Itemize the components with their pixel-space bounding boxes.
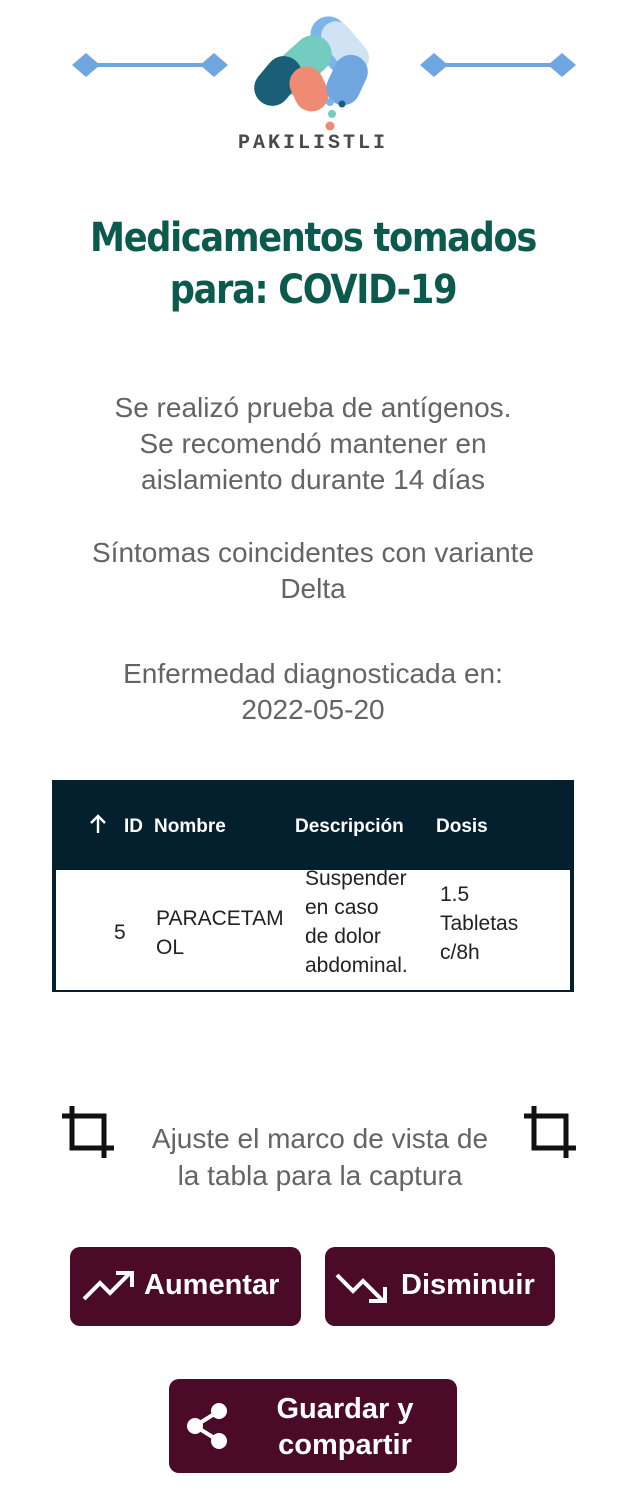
cell-description: Suspender en caso de dolor abdominal. [305,864,408,980]
cell-description-line3: de dolor [305,925,381,948]
decrease-button[interactable]: Disminuir [325,1247,555,1326]
test-info: Se realizó prueba de antígenos. Se recom… [30,390,596,498]
test-info-line1: Se realizó prueba de antígenos. [114,392,512,423]
page-title-line2: para: COVID-19 [169,267,458,313]
medication-table[interactable]: ID Nombre Descripción Dosis 5 PARACETAM … [52,780,574,992]
cell-name: PARACETAM OL [156,904,284,962]
trending-up-icon [82,1271,134,1301]
arrow-up-icon[interactable] [88,813,108,835]
adjust-line1: Ajuste el marco de vista de [151,1123,489,1154]
cell-description-line2: en caso [305,896,379,919]
table-row[interactable]: 5 PARACETAM OL Suspender en caso de dolo… [56,867,570,990]
pills-logo-icon [254,16,369,131]
symptoms-line2: Delta [280,573,346,604]
cell-dose-line3: c/8h [440,941,480,964]
decorative-line-left [72,53,228,77]
table-header: ID Nombre Descripción Dosis [52,780,574,868]
cell-id: 5 [114,921,126,944]
increase-label: Aumentar [144,1269,280,1301]
cell-description-line4: abdominal. [305,954,408,977]
decrease-label: Disminuir [401,1269,535,1301]
diagnosed-date: 2022-05-20 [241,694,385,725]
column-header-name[interactable]: Nombre [154,816,226,838]
diagnosed-label: Enfermedad diagnosticada en: [123,658,503,689]
share-icon [187,1403,227,1449]
save-label-line1: Guardar y [276,1393,414,1425]
cell-dose-line1: 1.5 [440,883,470,906]
symptoms-line1: Síntomas coincidentes con variante [91,537,535,568]
page-title-line1: Medicamentos tomados [90,215,537,261]
cell-name-line2: OL [156,936,185,959]
brand-name: PAKILISTLI [237,132,389,155]
column-header-dose[interactable]: Dosis [436,816,488,838]
page-title: Medicamentos tomados para: COVID-19 [73,212,553,316]
crop-icon [62,1106,114,1158]
save-label-line2: compartir [278,1429,412,1461]
test-info-line3: aislamiento durante 14 días [141,464,485,495]
cell-description-line1: Suspender [305,867,407,890]
trending-down-icon [335,1273,387,1303]
cell-dose: 1.5 Tabletas c/8h [440,880,518,967]
test-info-line2: Se recomendó mantener en [139,428,487,459]
save-share-button[interactable]: Guardar y compartir [169,1379,457,1473]
column-header-description[interactable]: Descripción [295,816,404,838]
cell-name-line1: PARACETAM [156,907,284,930]
diagnosis-info: Enfermedad diagnosticada en: 2022-05-20 [30,656,596,728]
crop-icon-right [524,1106,576,1158]
column-header-id[interactable]: ID [124,816,143,838]
app-header: PAKILISTLI [0,0,626,170]
increase-button[interactable]: Aumentar [70,1247,301,1326]
adjust-line2: la tabla para la captura [177,1160,463,1191]
save-share-label: Guardar y compartir [255,1391,435,1463]
symptoms-info: Síntomas coincidentes con variante Delta [30,535,596,607]
adjust-instructions: Ajuste el marco de vista de la tabla par… [120,1120,520,1194]
decorative-line-right [420,53,576,77]
cell-dose-line2: Tabletas [440,912,519,935]
